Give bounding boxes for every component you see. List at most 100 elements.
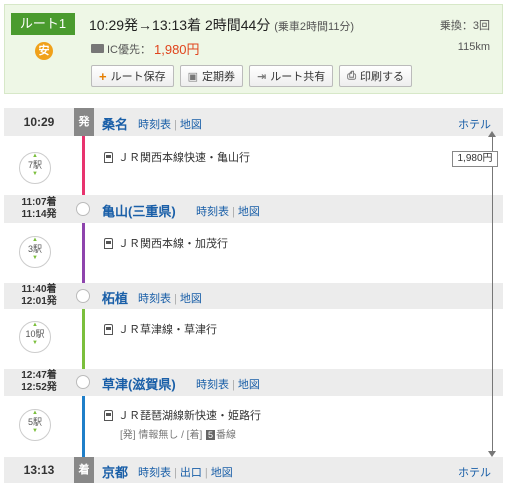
train-icon	[104, 237, 113, 249]
train-icon	[104, 409, 113, 421]
station-row-transfer: 12:47着 12:52発 草津(滋賀県) 時刻表 | 地図	[4, 369, 503, 396]
fare-value: 1,980円	[154, 42, 200, 57]
down-arrow-icon: ▼	[32, 171, 38, 177]
station-links: 時刻表 | 地図	[138, 293, 202, 305]
transfer-count: 乗換：3回	[439, 20, 490, 32]
stop-count: 5駅	[27, 417, 42, 427]
train-name: ＪＲ草津線・草津行	[118, 324, 217, 336]
train-info: ＪＲ琵琶湖線新快速・姫路行	[104, 407, 261, 423]
map-link[interactable]: 地図	[238, 206, 260, 218]
route-timeline: 10:29 発 桑名 時刻表 | 地図 ホテル ▲ 7駅 ▼ ＪＲ関西本線快速・亀山…	[4, 108, 503, 488]
station-time: 11:40着 12:01発	[4, 284, 74, 308]
train-name: ＪＲ琵琶湖線新快速・姫路行	[118, 410, 261, 422]
ride-time: (乗車2時間11分)	[274, 21, 355, 33]
stop-count: 3駅	[27, 244, 42, 254]
station-row-transfer: 11:40着 12:01発 柘植 時刻表 | 地図	[4, 283, 503, 309]
route-badge[interactable]: ルート1	[11, 13, 75, 35]
platform-suffix: 番線	[216, 430, 237, 441]
commuter-pass-button[interactable]: ▣ 定期券	[179, 65, 243, 87]
print-button[interactable]: ⎙ 印刷する	[339, 65, 413, 87]
station-time: 11:07着 11:14発	[4, 197, 74, 221]
print-icon: ⎙	[347, 69, 357, 82]
plus-icon: +	[99, 68, 107, 84]
up-arrow-icon: ▲	[32, 322, 38, 328]
stop-count-badge: ▲ 10駅 ▼	[19, 321, 51, 353]
up-arrow-icon: ▲	[32, 153, 38, 159]
map-link[interactable]: 地図	[238, 379, 260, 391]
share-route-label: ルート共有	[270, 71, 326, 83]
arrival-time: 11:40着	[21, 284, 57, 295]
line-segment-4	[82, 391, 85, 459]
station-row-destination: 13:13 着 京都 時刻表 | 出口 | 地図 ホテル	[4, 457, 503, 483]
station-links: 時刻表 | 出口 | 地図	[138, 467, 233, 479]
down-arrow-icon: ▼	[32, 255, 38, 261]
arrive-mark: 着	[74, 457, 94, 483]
station-time: 12:47着 12:52発	[4, 370, 74, 394]
departure-time: 12:01発	[21, 296, 57, 307]
station-links: 時刻表 | 地図	[196, 379, 260, 391]
train-icon	[104, 151, 113, 163]
print-label: 印刷する	[360, 71, 405, 83]
train-name: ＪＲ関西本線・加茂行	[118, 238, 228, 250]
save-route-label: ルート保存	[110, 71, 166, 83]
station-time: 10:29	[23, 115, 55, 129]
station-links: 時刻表 | 地図	[196, 206, 260, 218]
train-info: ＪＲ草津線・草津行	[104, 321, 217, 337]
down-arrow-icon: ▼	[32, 428, 38, 434]
station-name[interactable]: 草津(滋賀県)	[102, 374, 176, 393]
station-name[interactable]: 柘植	[102, 288, 128, 307]
stop-count-badge: ▲ 7駅 ▼	[19, 152, 51, 184]
fare-arrow-down-icon	[488, 451, 496, 457]
save-route-button[interactable]: + ルート保存	[91, 65, 174, 87]
platform-text: [発] 情報無し / [着]	[120, 430, 203, 441]
line-segment-3	[82, 305, 85, 373]
pass-icon: ▣	[187, 70, 198, 83]
station-dot	[76, 202, 90, 216]
train-info: ＪＲ関西本線・加茂行	[104, 235, 228, 251]
up-arrow-icon: ▲	[32, 410, 38, 416]
train-info: ＪＲ関西本線快速・亀山行	[104, 149, 250, 165]
exit-link[interactable]: 出口	[180, 467, 202, 479]
timetable-link[interactable]: 時刻表	[138, 467, 171, 479]
arrival-time: 12:47着	[21, 370, 57, 381]
hotel-link[interactable]: ホテル	[458, 464, 491, 480]
stop-count: 7駅	[27, 160, 42, 170]
up-arrow-icon: ▲	[32, 237, 38, 243]
map-link[interactable]: 地図	[211, 467, 233, 479]
timetable-link[interactable]: 時刻表	[196, 206, 229, 218]
timetable-link[interactable]: 時刻表	[138, 293, 171, 305]
ic-label: IC優先：	[107, 43, 151, 56]
train-name: ＪＲ関西本線快速・亀山行	[118, 152, 250, 164]
fare-row: IC優先： 1,980円	[91, 39, 200, 58]
arrive-time: 13:13着	[152, 17, 202, 33]
arrival-time: 11:07着	[21, 197, 57, 208]
station-dot	[76, 375, 90, 389]
fare-bracket-line	[492, 137, 493, 452]
action-buttons: + ルート保存 ▣ 定期券 ⇥ ルート共有 ⎙ 印刷する	[91, 65, 413, 87]
station-dot	[76, 289, 90, 303]
ic-card-icon	[91, 44, 104, 53]
station-name[interactable]: 桑名	[102, 114, 128, 133]
map-link[interactable]: 地図	[180, 119, 202, 131]
depart-time: 10:29発	[89, 17, 139, 33]
arrow-glyph: →	[138, 17, 153, 33]
station-name[interactable]: 京都	[102, 462, 128, 481]
hotel-link[interactable]: ホテル	[458, 116, 491, 132]
distance: 115km	[457, 41, 490, 53]
station-links: 時刻表 | 地図	[138, 119, 202, 131]
map-link[interactable]: 地図	[180, 293, 202, 305]
station-row-transfer: 11:07着 11:14発 亀山(三重県) 時刻表 | 地図	[4, 195, 503, 223]
depart-mark: 発	[74, 108, 94, 136]
down-arrow-icon: ▼	[32, 340, 38, 346]
share-route-button[interactable]: ⇥ ルート共有	[249, 65, 334, 87]
route-times: 10:29発→13:13着 2時間44分 (乗車2時間11分)	[89, 15, 354, 35]
stop-count-badge: ▲ 3駅 ▼	[19, 236, 51, 268]
stop-count: 10駅	[25, 329, 45, 339]
timetable-link[interactable]: 時刻表	[196, 379, 229, 391]
departure-time: 12:52発	[21, 382, 57, 393]
fare-total-box: 1,980円	[452, 151, 498, 167]
timetable-link[interactable]: 時刻表	[138, 119, 171, 131]
duration: 2時間44分	[204, 17, 271, 33]
station-name[interactable]: 亀山(三重県)	[102, 201, 176, 220]
platform-number: 5	[206, 430, 216, 440]
